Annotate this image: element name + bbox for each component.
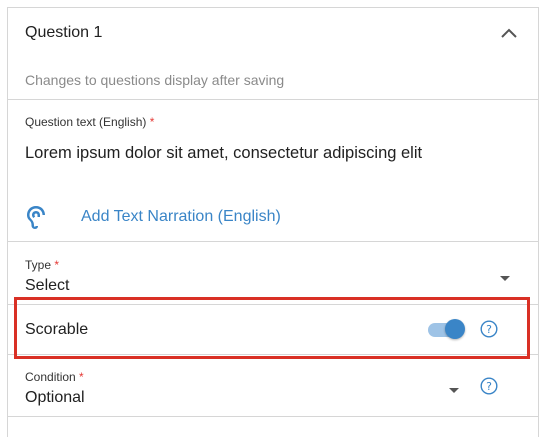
- add-text-narration-label: Add Text Narration (English): [81, 208, 281, 225]
- question-header: Question 1 Changes to questions display …: [8, 8, 538, 100]
- divider: [8, 416, 538, 417]
- save-hint: Changes to questions display after savin…: [25, 72, 285, 88]
- question-title: Question 1: [25, 24, 103, 41]
- svg-text:?: ?: [486, 380, 492, 393]
- question-text-label: Question text (English) *: [25, 115, 155, 129]
- type-select[interactable]: Select: [25, 277, 69, 295]
- add-text-narration-button[interactable]: Add Text Narration (English): [25, 204, 325, 230]
- condition-help-icon[interactable]: ?: [480, 377, 498, 395]
- type-dropdown-arrow-icon[interactable]: [500, 276, 510, 281]
- required-mark: *: [54, 258, 60, 272]
- condition-dropdown-arrow-icon[interactable]: [449, 388, 459, 393]
- question-panel: Question 1 Changes to questions display …: [7, 7, 539, 437]
- condition-select[interactable]: Optional: [25, 389, 85, 407]
- required-mark: *: [79, 370, 84, 384]
- type-label: Type *: [25, 258, 60, 272]
- required-mark: *: [149, 115, 155, 129]
- scorable-highlight-box: [14, 297, 530, 359]
- condition-label: Condition *: [25, 370, 84, 384]
- chevron-up-icon[interactable]: [500, 27, 518, 39]
- ear-icon: [27, 206, 45, 229]
- divider: [8, 241, 538, 242]
- question-text-field[interactable]: Lorem ipsum dolor sit amet, consectetur …: [25, 144, 422, 163]
